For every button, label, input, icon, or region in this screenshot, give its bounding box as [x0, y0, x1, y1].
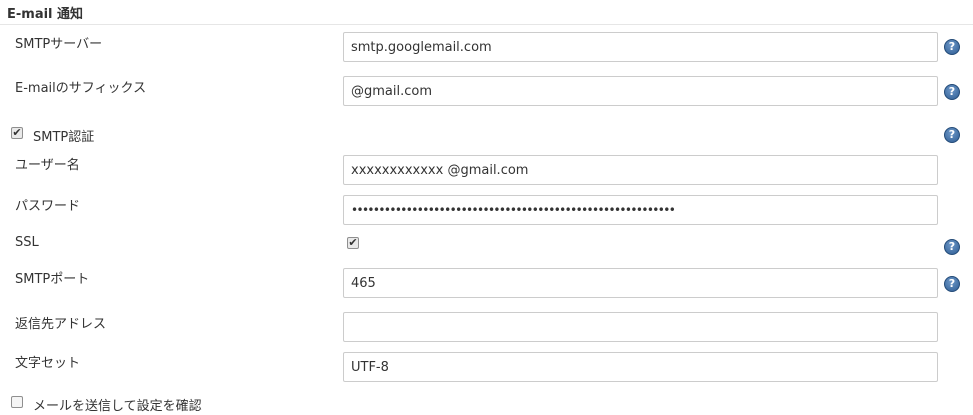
smtp-port-label: SMTPポート — [15, 272, 90, 287]
ssl-checkbox[interactable]: ✔ — [347, 237, 359, 249]
smtp-server-help-icon[interactable]: ? — [944, 39, 960, 55]
charset-label: 文字セット — [15, 356, 81, 371]
email-suffix-label: E-mailのサフィックス — [15, 81, 147, 96]
email-suffix-input[interactable]: @gmail.com — [343, 76, 938, 106]
reply-to-input[interactable] — [343, 312, 938, 342]
password-label: パスワード — [15, 199, 81, 214]
smtp-server-input[interactable]: smtp.googlemail.com — [343, 32, 938, 62]
smtp-server-label: SMTPサーバー — [15, 37, 103, 52]
test-mail-label: メールを送信して設定を確認 — [33, 399, 202, 414]
ssl-help-icon[interactable]: ? — [944, 239, 960, 255]
username-input[interactable]: xxxxxxxxxxxx @gmail.com — [343, 155, 938, 185]
ssl-label: SSL — [15, 235, 39, 250]
charset-input[interactable]: UTF-8 — [343, 352, 938, 382]
reply-to-label: 返信先アドレス — [15, 317, 107, 332]
smtp-auth-help-icon[interactable]: ? — [944, 127, 960, 143]
smtp-port-input[interactable]: 465 — [343, 268, 938, 298]
smtp-auth-label: SMTP認証 — [33, 130, 95, 145]
section-divider — [0, 24, 973, 25]
section-title: E-mail 通知 — [7, 7, 84, 22]
test-mail-checkbox[interactable] — [11, 396, 23, 408]
username-label: ユーザー名 — [15, 158, 80, 173]
smtp-auth-checkbox[interactable]: ✔ — [11, 127, 23, 139]
smtp-port-help-icon[interactable]: ? — [944, 276, 960, 292]
email-suffix-help-icon[interactable]: ? — [944, 84, 960, 100]
password-input[interactable]: ••••••••••••••••••••••••••••••••••••••••… — [343, 195, 938, 225]
